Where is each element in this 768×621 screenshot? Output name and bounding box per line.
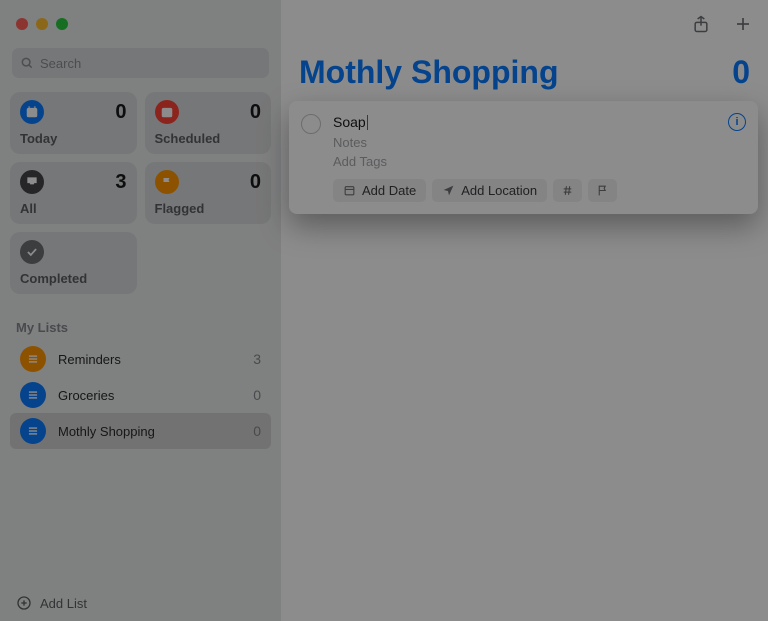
tags-placeholder[interactable]: Add Tags xyxy=(333,154,746,169)
search-field[interactable] xyxy=(12,48,269,78)
list-bullet-icon xyxy=(20,346,46,372)
smart-list-label: Flagged xyxy=(155,201,262,216)
add-tag-button[interactable] xyxy=(553,179,582,202)
list-item-monthly-shopping[interactable]: Mothly Shopping 0 xyxy=(10,413,271,449)
close-window-button[interactable] xyxy=(16,18,28,30)
zoom-window-button[interactable] xyxy=(56,18,68,30)
toolbar xyxy=(281,0,768,48)
list-total-count: 0 xyxy=(732,54,750,91)
plus-circle-icon xyxy=(16,595,32,611)
minimize-window-button[interactable] xyxy=(36,18,48,30)
my-lists-header: My Lists xyxy=(16,320,265,335)
info-button[interactable]: i xyxy=(728,113,746,131)
plus-icon xyxy=(734,15,752,33)
smart-list-flagged[interactable]: 0 Flagged xyxy=(145,162,272,224)
notes-placeholder[interactable]: Notes xyxy=(333,135,746,150)
flag-icon xyxy=(155,170,179,194)
flag-icon xyxy=(596,184,609,197)
add-list-label: Add List xyxy=(40,596,87,611)
smart-list-today[interactable]: 0 Today xyxy=(10,92,137,154)
add-date-button[interactable]: Add Date xyxy=(333,179,426,202)
list-name: Groceries xyxy=(58,388,253,403)
reminder-editor[interactable]: Soap i Notes Add Tags Add Date Add Loc xyxy=(289,101,758,214)
smart-list-label: Today xyxy=(20,131,127,146)
smart-list-count: 0 xyxy=(115,101,126,124)
smart-list-label: Completed xyxy=(20,271,127,286)
smart-list-count: 3 xyxy=(115,171,126,194)
checkmark-icon xyxy=(20,240,44,264)
list-title: Mothly Shopping xyxy=(299,54,559,91)
hash-icon xyxy=(561,184,574,197)
text-cursor xyxy=(367,115,368,130)
smart-list-count: 0 xyxy=(250,171,261,194)
tray-icon xyxy=(20,170,44,194)
window-controls xyxy=(10,8,271,44)
main-pane: Mothly Shopping 0 Soap i Notes Add Tags xyxy=(281,0,768,621)
list-bullet-icon xyxy=(20,382,46,408)
list-count: 0 xyxy=(253,423,261,439)
calendar-today-icon xyxy=(20,100,44,124)
info-icon: i xyxy=(735,116,738,128)
share-icon xyxy=(691,14,711,34)
search-icon xyxy=(20,56,34,70)
smart-list-all[interactable]: 3 All xyxy=(10,162,137,224)
list-bullet-icon xyxy=(20,418,46,444)
add-list-button[interactable]: Add List xyxy=(10,585,271,621)
smart-list-label: All xyxy=(20,201,127,216)
list-count: 0 xyxy=(253,387,261,403)
add-location-button[interactable]: Add Location xyxy=(432,179,547,202)
smart-list-scheduled[interactable]: 0 Scheduled xyxy=(145,92,272,154)
location-arrow-icon xyxy=(442,184,455,197)
list-name: Reminders xyxy=(58,352,253,367)
add-flag-button[interactable] xyxy=(588,179,617,202)
add-reminder-button[interactable] xyxy=(732,13,754,35)
list-item-reminders[interactable]: Reminders 3 xyxy=(10,341,271,377)
calendar-icon xyxy=(155,100,179,124)
smart-list-completed[interactable]: Completed xyxy=(10,232,137,294)
add-date-label: Add Date xyxy=(362,183,416,198)
list-count: 3 xyxy=(253,351,261,367)
calendar-icon xyxy=(343,184,356,197)
share-button[interactable] xyxy=(690,13,712,35)
reminder-title-input[interactable]: Soap xyxy=(333,114,366,130)
list-name: Mothly Shopping xyxy=(58,424,253,439)
add-location-label: Add Location xyxy=(461,183,537,198)
complete-checkbox[interactable] xyxy=(301,114,321,134)
list-item-groceries[interactable]: Groceries 0 xyxy=(10,377,271,413)
search-input[interactable] xyxy=(40,56,261,71)
smart-list-label: Scheduled xyxy=(155,131,262,146)
smart-list-count: 0 xyxy=(250,101,261,124)
sidebar: 0 Today 0 Scheduled 3 xyxy=(0,0,281,621)
